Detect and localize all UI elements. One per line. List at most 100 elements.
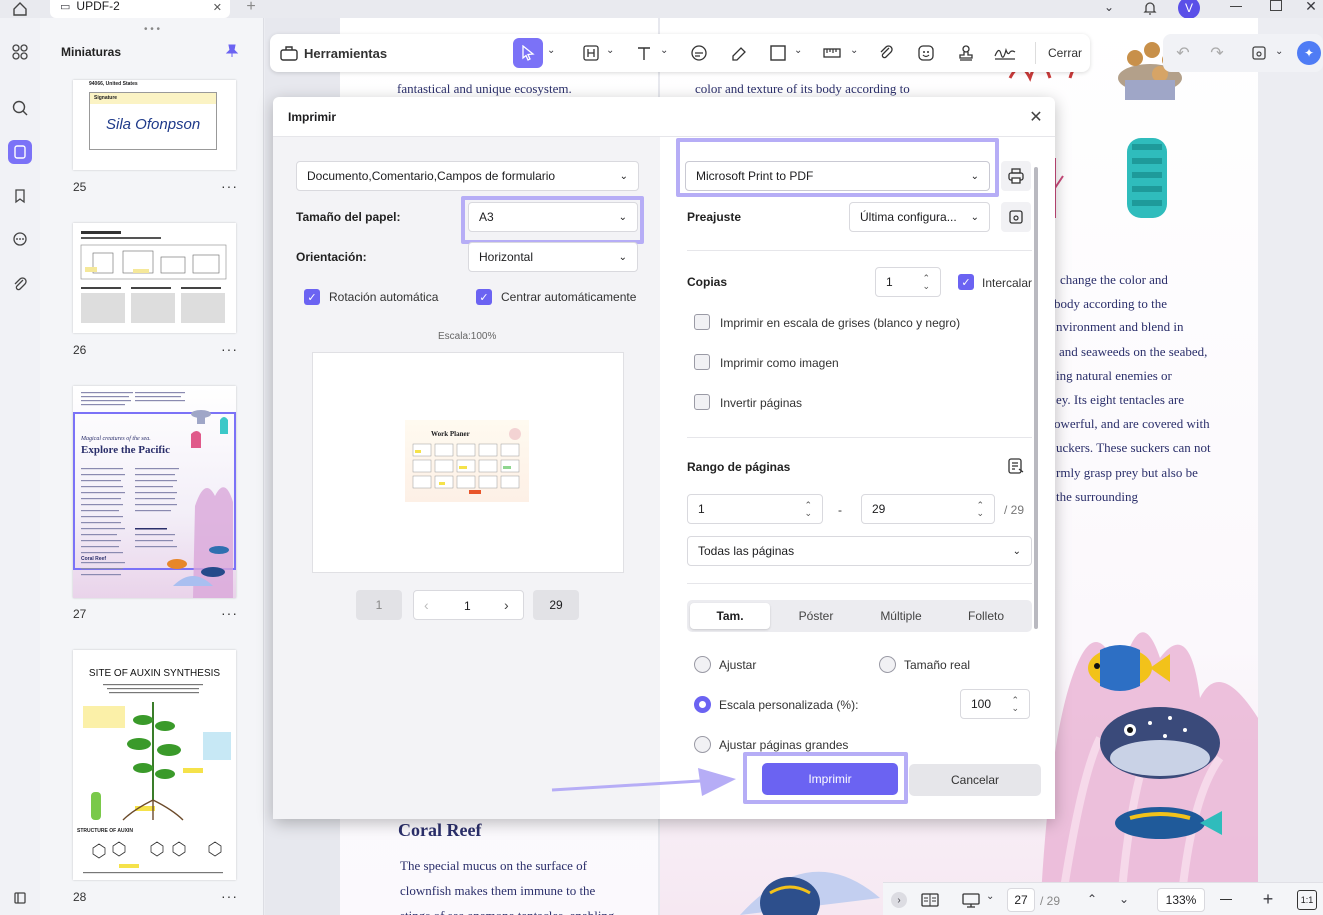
undo-icon[interactable]: ↶ bbox=[1173, 43, 1193, 63]
maximize-icon[interactable] bbox=[1270, 0, 1282, 11]
actual-size-icon[interactable]: 1:1 bbox=[1297, 890, 1317, 910]
custom-scale-radio[interactable] bbox=[694, 696, 711, 713]
printer-select[interactable]: Microsoft Print to PDF ⌄ bbox=[685, 161, 990, 191]
ai-assistant-icon[interactable]: ✦ bbox=[1297, 41, 1321, 65]
comment-bubble-icon[interactable] bbox=[688, 42, 710, 64]
grayscale-checkbox[interactable] bbox=[694, 314, 710, 330]
thumbnails-icon[interactable] bbox=[8, 140, 32, 164]
preview-page-number[interactable]: 1 bbox=[464, 599, 471, 613]
orientation-select[interactable]: Horizontal ⌄ bbox=[468, 242, 638, 272]
stamp-icon[interactable] bbox=[955, 42, 977, 64]
zoom-out-icon[interactable] bbox=[1220, 899, 1232, 901]
rectangle-icon[interactable] bbox=[767, 42, 789, 64]
chevron-down-icon[interactable]: ⌄ bbox=[986, 891, 994, 902]
print-button[interactable]: Imprimir bbox=[762, 763, 898, 795]
page-range-options-icon[interactable] bbox=[1006, 456, 1026, 476]
sticker-icon[interactable] bbox=[915, 42, 937, 64]
zoom-level[interactable]: 133% bbox=[1157, 888, 1205, 912]
signature-icon[interactable] bbox=[992, 42, 1018, 64]
minimize-icon[interactable] bbox=[1230, 6, 1242, 7]
page-subset-select[interactable]: Todas las páginas ⌄ bbox=[687, 536, 1032, 566]
fit-radio[interactable] bbox=[694, 656, 711, 673]
page-layout-icon[interactable] bbox=[920, 890, 940, 910]
print-as-image-checkbox[interactable] bbox=[694, 354, 710, 370]
text-icon[interactable] bbox=[633, 42, 655, 64]
thumbnail-page-25[interactable]: 94066, United States Signature Sila Ofon… bbox=[73, 80, 236, 170]
more-icon[interactable]: ··· bbox=[221, 888, 238, 904]
save-icon[interactable] bbox=[1249, 43, 1269, 63]
close-tools-button[interactable]: Cerrar bbox=[1048, 46, 1082, 60]
chevron-down-icon[interactable]: ⌄ bbox=[547, 45, 555, 56]
tab-poster[interactable]: Póster bbox=[775, 603, 857, 629]
thumbnail-page-27[interactable]: Magical creatures of the sea. Explore th… bbox=[73, 386, 236, 598]
range-from-input[interactable]: 1 ⌃ ⌄ bbox=[687, 494, 823, 524]
chevron-up-icon[interactable]: ⌃ bbox=[1083, 889, 1101, 909]
chevron-down-icon[interactable]: ⌄ bbox=[660, 45, 668, 56]
presentation-icon[interactable] bbox=[960, 890, 982, 910]
pin-icon[interactable] bbox=[224, 42, 240, 60]
more-icon[interactable]: ··· bbox=[221, 341, 238, 357]
chevron-down-icon[interactable]: ⌄ bbox=[850, 45, 858, 56]
printer-properties-icon[interactable] bbox=[1001, 161, 1031, 191]
auto-rotate-checkbox[interactable]: ✓ bbox=[304, 289, 320, 305]
copies-stepper[interactable]: 1 ⌃ ⌄ bbox=[875, 267, 941, 297]
thumbnail-page-26[interactable] bbox=[73, 223, 236, 333]
current-page-input[interactable]: 27 bbox=[1007, 888, 1035, 912]
first-page-button[interactable]: 1 bbox=[356, 590, 402, 620]
chevron-down-icon[interactable]: ⌄ bbox=[1115, 889, 1133, 909]
measure-icon[interactable] bbox=[820, 42, 844, 64]
auto-center-checkbox[interactable]: ✓ bbox=[476, 289, 492, 305]
select-cursor-icon[interactable] bbox=[513, 38, 543, 68]
custom-scale-input[interactable]: 100 ⌃ ⌄ bbox=[960, 689, 1030, 719]
paperclip-icon[interactable] bbox=[875, 42, 897, 64]
close-window-icon[interactable]: ✕ bbox=[1302, 0, 1320, 15]
text-box-icon[interactable] bbox=[580, 42, 602, 64]
comment-icon[interactable] bbox=[8, 228, 32, 252]
tab-booklet[interactable]: Folleto bbox=[945, 603, 1027, 629]
prev-page-icon[interactable]: ‹ bbox=[424, 597, 429, 613]
search-icon[interactable] bbox=[8, 96, 32, 120]
new-tab-icon[interactable]: + bbox=[242, 0, 260, 16]
reverse-pages-checkbox[interactable] bbox=[694, 394, 710, 410]
stepper-arrows-icon[interactable]: ⌃ ⌄ bbox=[976, 501, 984, 518]
collate-checkbox[interactable]: ✓ bbox=[958, 274, 974, 290]
fit-large-radio[interactable] bbox=[694, 736, 711, 753]
more-icon[interactable]: ··· bbox=[221, 605, 238, 621]
tab-size[interactable]: Tam. bbox=[690, 603, 770, 629]
paper-size-select[interactable]: A3 ⌄ bbox=[468, 202, 638, 232]
actual-size-radio[interactable] bbox=[879, 656, 896, 673]
document-tab[interactable]: ▭ UPDF-2 ✕ bbox=[50, 0, 230, 18]
tools-button[interactable]: Herramientas bbox=[280, 34, 387, 72]
more-icon[interactable]: ··· bbox=[221, 178, 238, 194]
bookmark-icon[interactable] bbox=[8, 184, 32, 208]
stepper-arrows-icon[interactable]: ⌃ ⌄ bbox=[922, 274, 930, 291]
bell-icon[interactable] bbox=[1140, 0, 1160, 18]
avatar[interactable]: V bbox=[1178, 0, 1200, 19]
layers-icon[interactable] bbox=[8, 886, 32, 910]
preset-select[interactable]: Última configura... ⌄ bbox=[849, 202, 990, 232]
apps-icon[interactable] bbox=[8, 40, 32, 64]
dialog-scrollbar[interactable] bbox=[1034, 167, 1038, 629]
attachment-icon[interactable] bbox=[8, 272, 32, 296]
eraser-icon[interactable] bbox=[728, 42, 750, 64]
chevron-down-icon[interactable]: ⌄ bbox=[794, 45, 802, 56]
tab-multiple[interactable]: Múltiple bbox=[860, 603, 942, 629]
redo-icon[interactable]: ↷ bbox=[1207, 43, 1227, 63]
zoom-in-icon[interactable]: + bbox=[1258, 889, 1278, 909]
next-page-icon[interactable]: › bbox=[504, 597, 509, 613]
thumbnail-page-28[interactable]: SITE OF AUXIN SYNTHESIS STRUCTURE OF AUX… bbox=[73, 650, 236, 880]
chevron-down-icon[interactable]: ⌄ bbox=[606, 45, 614, 56]
chevron-down-icon[interactable]: ⌄ bbox=[1275, 46, 1283, 57]
stepper-arrows-icon[interactable]: ⌃ ⌄ bbox=[804, 501, 812, 518]
last-page-button[interactable]: 29 bbox=[533, 590, 579, 620]
range-to-input[interactable]: 29 ⌃ ⌄ bbox=[861, 494, 995, 524]
close-dialog-icon[interactable]: ✕ bbox=[1026, 107, 1046, 127]
chevron-right-icon[interactable]: › bbox=[891, 892, 907, 908]
chevron-down-icon[interactable]: ⌄ bbox=[1100, 0, 1118, 16]
save-preset-icon[interactable] bbox=[1001, 202, 1031, 232]
drag-handle[interactable]: • • • bbox=[144, 25, 164, 35]
close-tab-icon[interactable]: ✕ bbox=[213, 1, 222, 14]
home-icon[interactable] bbox=[10, 0, 30, 18]
cancel-button[interactable]: Cancelar bbox=[909, 764, 1041, 796]
content-select[interactable]: Documento,Comentario,Campos de formulari… bbox=[296, 161, 639, 191]
